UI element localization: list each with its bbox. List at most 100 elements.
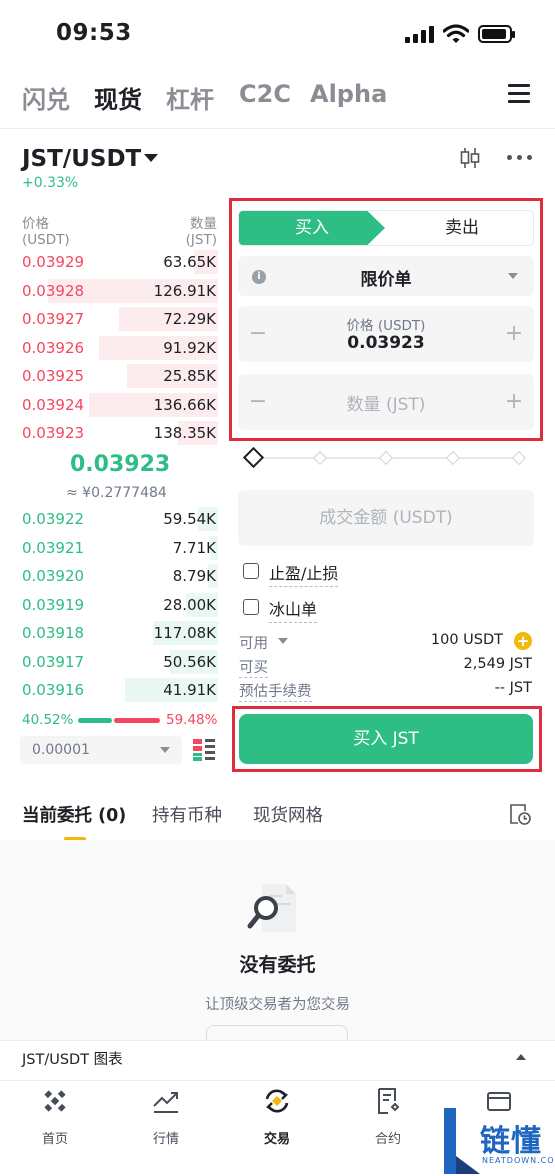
can-buy-value: 2,549 JST [463, 656, 532, 672]
chart-drawer-label[interactable]: JST/USDT 图表 [22, 1048, 123, 1069]
bid-qty: 8.79K [172, 567, 216, 585]
precision-dropdown-icon[interactable] [160, 747, 170, 753]
bid-qty: 41.91K [163, 681, 216, 699]
tab-open-orders[interactable]: 当前委托 (0) [22, 802, 126, 827]
amount-slider-handle[interactable] [242, 446, 265, 469]
bid-price: 0.03919 [22, 595, 85, 614]
pair-dropdown-icon[interactable] [144, 154, 158, 162]
neatdown-watermark: 链懂 NEATDOWN.COM [440, 1106, 555, 1176]
iceberg-option[interactable]: 冰山单 [243, 596, 333, 623]
bid-price: 0.03917 [22, 652, 85, 671]
orderbook-layout-icon[interactable] [192, 738, 216, 762]
tab-convert[interactable]: 闪兑 [22, 80, 70, 115]
fee-label[interactable]: 预估手续费 [239, 680, 312, 702]
tab-margin[interactable]: 杠杆 [166, 80, 214, 115]
bid-row[interactable]: 0.03919 28.00K [20, 591, 218, 619]
ask-row[interactable]: 0.03924 136.66K [20, 391, 218, 419]
nav-home-label: 首页 [41, 1132, 68, 1147]
buy-ratio: 40.52% [22, 712, 74, 728]
tab-alpha[interactable]: Alpha [310, 80, 387, 108]
header-divider [0, 128, 555, 129]
tab-holdings[interactable]: 持有币种 [152, 802, 222, 827]
bid-qty: 7.71K [172, 538, 216, 557]
cellular-signal-icon [405, 26, 435, 43]
futures-document-icon [378, 1088, 400, 1114]
buy-tab[interactable]: 买入 [239, 211, 385, 245]
tab-c2c[interactable]: C2C [239, 80, 291, 108]
ask-qty: 126.91K [153, 281, 216, 300]
bid-qty: 117.08K [153, 624, 216, 642]
iceberg-checkbox[interactable] [243, 599, 259, 615]
side-tabs: 买入 卖出 [238, 210, 534, 246]
candlestick-chart-icon[interactable] [458, 146, 482, 170]
bid-row[interactable]: 0.03918 117.08K [20, 619, 218, 647]
quantity-input[interactable]: 数量 (JST) [238, 390, 534, 415]
tp-sl-checkbox[interactable] [243, 563, 259, 579]
iceberg-label[interactable]: 冰山单 [269, 596, 318, 623]
nav-futures[interactable]: 合约 [343, 1086, 433, 1156]
available-label[interactable]: 可用 [239, 632, 268, 653]
bid-row[interactable]: 0.03922 59.54K [20, 505, 218, 533]
ask-row[interactable]: 0.03926 91.92K [20, 334, 218, 362]
pair-symbol[interactable]: JST/USDT [22, 146, 141, 172]
ask-price: 0.03925 [22, 367, 85, 385]
orderbook-qty-unit: (JST) [185, 232, 217, 248]
ask-row[interactable]: 0.03927 72.29K [20, 305, 218, 333]
trade-swap-icon [265, 1089, 289, 1113]
trading-screen: 09:53 闪兑 现货 杠杆 C2C Alpha JST/USDT +0.33%… [0, 0, 555, 1176]
price-input[interactable]: 0.03923 [238, 333, 534, 353]
bid-price: 0.03918 [22, 624, 85, 642]
bid-qty: 59.54K [163, 510, 216, 528]
bid-price: 0.03920 [22, 567, 85, 585]
slider-mark-50[interactable] [378, 450, 394, 466]
precision-select[interactable]: 0.00001 [20, 736, 182, 764]
watermark-subtext: NEATDOWN.COM [482, 1156, 555, 1165]
bid-row[interactable]: 0.03917 50.56K [20, 648, 218, 676]
tab-spot[interactable]: 现货 [94, 80, 142, 115]
quantity-plus-button[interactable]: + [494, 374, 534, 430]
ask-price: 0.03928 [22, 281, 85, 300]
bid-row[interactable]: 0.03916 41.91K [20, 676, 218, 704]
nav-home[interactable]: 首页 [10, 1086, 100, 1156]
ask-row[interactable]: 0.03925 25.85K [20, 362, 218, 390]
tab-spot-grid[interactable]: 现货网格 [253, 802, 323, 827]
nav-futures-label: 合约 [374, 1132, 401, 1147]
order-type-label: 限价单 [360, 270, 412, 290]
deposit-plus-icon[interactable]: + [514, 632, 532, 650]
menu-icon[interactable] [508, 84, 530, 104]
can-buy-label: 可买 [239, 656, 268, 678]
price-stepper[interactable]: − 价格 (USDT) 0.03923 + [238, 306, 534, 362]
order-type-select[interactable]: i 限价单 [238, 256, 534, 296]
orderbook-price-unit: (USDT) [22, 232, 70, 248]
tp-sl-label[interactable]: 止盈/止损 [269, 560, 339, 587]
total-input[interactable]: 成交金额 (USDT) [238, 490, 534, 546]
order-history-icon[interactable] [508, 802, 532, 826]
tp-sl-option[interactable]: 止盈/止损 [243, 560, 353, 587]
ask-price: 0.03926 [22, 338, 85, 357]
nav-markets[interactable]: 行情 [121, 1086, 211, 1156]
ask-row[interactable]: 0.03923 138.35K [20, 419, 218, 447]
more-options-icon[interactable] [507, 155, 533, 161]
slider-mark-75[interactable] [445, 450, 461, 466]
sell-ratio: 59.48% [166, 712, 218, 728]
buy-button[interactable]: 买入 JST [239, 714, 533, 764]
quantity-stepper[interactable]: − 数量 (JST) + [238, 374, 534, 430]
sell-tab[interactable]: 卖出 [389, 211, 533, 245]
chevron-up-icon[interactable] [516, 1054, 526, 1060]
orderbook-mid-price[interactable]: 0.03923 [70, 452, 170, 477]
ask-row[interactable]: 0.03929 63.65K [20, 248, 218, 276]
slider-mark-25[interactable] [312, 450, 328, 466]
status-time: 09:53 [56, 20, 132, 46]
bid-qty: 50.56K [163, 652, 216, 671]
ask-qty: 25.85K [163, 367, 216, 385]
markets-chart-icon [153, 1092, 178, 1113]
bid-row[interactable]: 0.03920 8.79K [20, 562, 218, 590]
price-plus-button[interactable]: + [494, 306, 534, 362]
order-type-dropdown-icon[interactable] [508, 273, 518, 279]
slider-mark-100[interactable] [511, 450, 527, 466]
nav-trade[interactable]: 交易 [232, 1086, 322, 1156]
ask-row[interactable]: 0.03928 126.91K [20, 277, 218, 305]
available-dropdown-icon[interactable] [278, 638, 288, 644]
bid-row[interactable]: 0.03921 7.71K [20, 534, 218, 562]
bid-qty: 28.00K [163, 595, 216, 614]
